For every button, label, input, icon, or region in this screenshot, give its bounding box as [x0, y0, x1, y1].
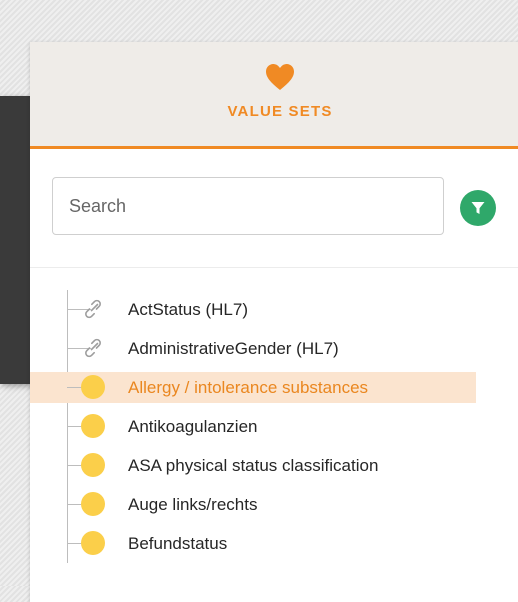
- value-set-tree: ActStatus (HL7) AdministrativeGender (HL7…: [30, 268, 518, 563]
- filter-button[interactable]: [460, 190, 496, 226]
- tree-item-label: Auge links/rechts: [128, 495, 258, 514]
- dot-icon: [81, 414, 105, 438]
- heart-icon: [266, 64, 294, 90]
- tree-item[interactable]: Antikoagulanzien: [30, 407, 518, 446]
- tree-item-label: AdministrativeGender (HL7): [128, 339, 339, 358]
- value-sets-panel: VALUE SETS ActStatus (HL7) Administrative…: [30, 42, 518, 602]
- tree-item[interactable]: Allergy / intolerance substances: [30, 368, 518, 407]
- tree-item-label: Befundstatus: [128, 534, 228, 553]
- link-icon: [85, 299, 101, 319]
- tree-item[interactable]: Befundstatus: [30, 524, 518, 563]
- filter-icon: [471, 202, 485, 214]
- dot-icon: [81, 492, 105, 516]
- tree-item-label: Antikoagulanzien: [128, 417, 258, 436]
- tree-item-label: ActStatus (HL7): [128, 300, 248, 319]
- panel-header: VALUE SETS: [30, 42, 518, 149]
- link-icon: [85, 338, 101, 358]
- tree-item-label: ASA physical status classification: [128, 456, 379, 475]
- header-title: VALUE SETS: [227, 103, 333, 120]
- search-input[interactable]: [52, 177, 444, 235]
- dot-icon: [81, 531, 105, 555]
- dot-icon: [81, 375, 105, 399]
- dot-icon: [81, 453, 105, 477]
- tree-item[interactable]: Auge links/rechts: [30, 485, 518, 524]
- tree-item[interactable]: ASA physical status classification: [30, 446, 518, 485]
- search-bar: [30, 149, 518, 267]
- tree-item-label: Allergy / intolerance substances: [128, 378, 369, 397]
- tree-item[interactable]: ActStatus (HL7): [30, 290, 518, 329]
- tree-item[interactable]: AdministrativeGender (HL7): [30, 329, 518, 368]
